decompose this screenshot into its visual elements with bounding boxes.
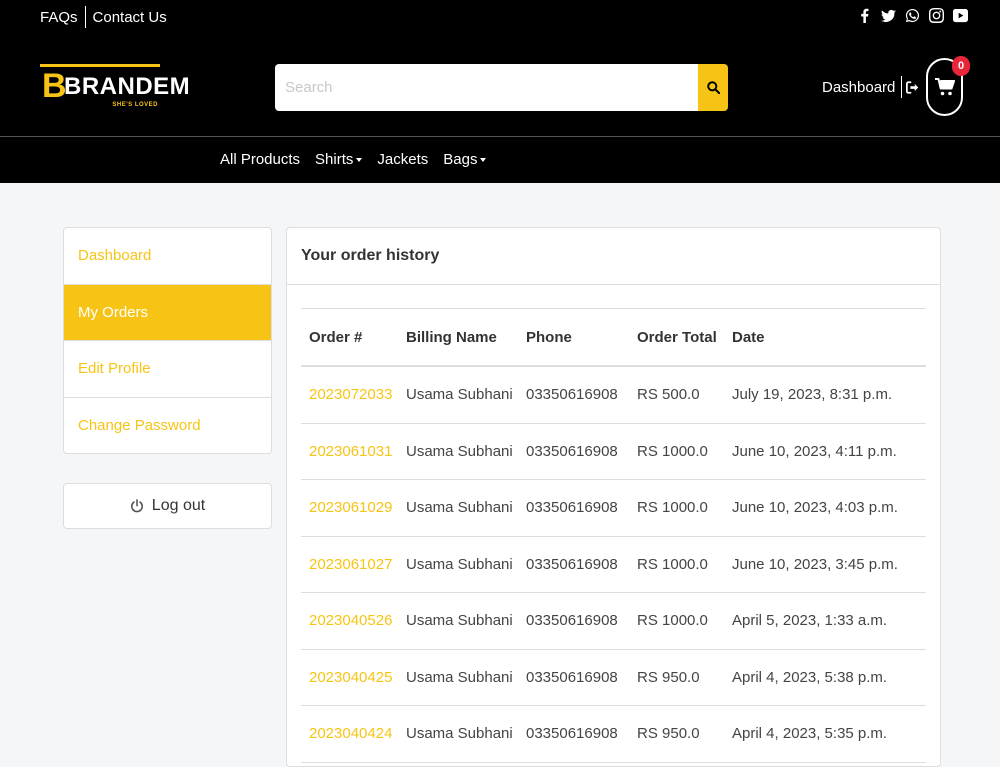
- search-input[interactable]: [275, 64, 698, 111]
- billing-name: Usama Subhani: [406, 668, 513, 686]
- phone: 03350616908: [526, 442, 618, 460]
- order-total: RS 500.0: [637, 386, 700, 404]
- logout-button[interactable]: Log out: [63, 483, 272, 529]
- social-links: [856, 7, 968, 23]
- orders-table: Order # Billing Name Phone Order Total D…: [301, 308, 926, 763]
- order-date: July 19, 2023, 8:31 p.m.: [732, 386, 893, 404]
- billing-name: Usama Subhani: [406, 499, 513, 517]
- order-total: RS 950.0: [637, 668, 700, 686]
- order-number-link[interactable]: 2023040424: [301, 725, 406, 742]
- order-number-link[interactable]: 2023061029: [301, 499, 406, 516]
- phone: 03350616908: [526, 499, 618, 517]
- order-date: April 4, 2023, 5:35 p.m.: [732, 725, 888, 743]
- order-total: RS 1000.0: [637, 555, 708, 573]
- top-links: FAQs Contact Us: [40, 6, 167, 28]
- account-sidebar: Dashboard My Orders Edit Profile Change …: [63, 227, 272, 454]
- sidebar-item-my-orders[interactable]: My Orders: [64, 284, 271, 341]
- column-header-order-total: Order Total: [637, 328, 717, 346]
- dashboard-label: Dashboard: [822, 78, 896, 96]
- order-date: April 5, 2023, 1:33 a.m.: [732, 612, 888, 630]
- phone: 03350616908: [526, 386, 618, 404]
- sidebar-item-dashboard[interactable]: Dashboard: [64, 228, 271, 285]
- order-number-link[interactable]: 2023040526: [301, 612, 406, 629]
- nav-jackets[interactable]: Jackets: [377, 151, 428, 168]
- panel-title: Your order history: [287, 228, 940, 285]
- billing-name: Usama Subhani: [406, 725, 513, 743]
- table-row: 2023072033 Usama Subhani 03350616908 RS …: [301, 367, 926, 424]
- nav-label: Shirts: [315, 151, 354, 168]
- sign-out-icon: [906, 80, 919, 94]
- facebook-icon[interactable]: [856, 7, 872, 23]
- order-total: RS 1000.0: [637, 499, 708, 517]
- twitter-icon[interactable]: [880, 7, 896, 23]
- instagram-icon[interactable]: [928, 7, 944, 23]
- billing-name: Usama Subhani: [406, 386, 513, 404]
- order-number-link[interactable]: 2023061027: [301, 556, 406, 573]
- order-date: June 10, 2023, 4:11 p.m.: [732, 442, 897, 460]
- column-header-phone: Phone: [526, 328, 572, 346]
- order-number-link[interactable]: 2023040425: [301, 669, 406, 686]
- phone: 03350616908: [526, 555, 618, 573]
- order-date: June 10, 2023, 4:03 p.m.: [732, 499, 898, 517]
- column-header-billing-name: Billing Name: [406, 328, 497, 346]
- table-row: 2023061031 Usama Subhani 03350616908 RS …: [301, 424, 926, 480]
- order-number-link[interactable]: 2023061031: [301, 443, 406, 460]
- sidebar-item-edit-profile[interactable]: Edit Profile: [64, 341, 271, 398]
- nav-label: All Products: [220, 151, 301, 168]
- order-date: June 10, 2023, 3:45 p.m.: [732, 555, 898, 573]
- brand-logo[interactable]: B BRANDEM SHE'S LOVED: [40, 64, 190, 112]
- order-history-panel: Your order history Order # Billing Name …: [286, 227, 941, 767]
- youtube-icon[interactable]: [952, 7, 968, 23]
- power-icon: [130, 499, 143, 513]
- phone: 03350616908: [526, 668, 618, 686]
- table-row: 2023040424 Usama Subhani 03350616908 RS …: [301, 706, 926, 763]
- table-row: 2023040526 Usama Subhani 03350616908 RS …: [301, 593, 926, 650]
- logo-wordmark: BRANDEM: [64, 73, 191, 100]
- nav-items: All Products Shirts Jackets Bags: [220, 151, 501, 168]
- column-header-date: Date: [732, 328, 765, 346]
- caret-down-icon: [356, 157, 363, 162]
- cart-icon: [934, 78, 955, 96]
- table-row: 2023061029 Usama Subhani 03350616908 RS …: [301, 480, 926, 537]
- order-total: RS 1000.0: [637, 442, 708, 460]
- order-number-link[interactable]: 2023072033: [301, 386, 406, 403]
- logo-initial: B: [42, 67, 67, 105]
- nav-label: Jackets: [377, 151, 429, 168]
- cart-count-badge: 0: [952, 56, 970, 76]
- whatsapp-icon[interactable]: [904, 7, 920, 23]
- dashboard-link[interactable]: Dashboard: [822, 76, 920, 98]
- faqs-link[interactable]: FAQs: [40, 9, 78, 26]
- search-icon: [706, 81, 720, 94]
- contact-us-link[interactable]: Contact Us: [93, 9, 167, 26]
- order-total: RS 1000.0: [637, 612, 708, 630]
- table-header-row: Order # Billing Name Phone Order Total D…: [301, 309, 926, 367]
- billing-name: Usama Subhani: [406, 442, 513, 460]
- order-date: April 4, 2023, 5:38 p.m.: [732, 668, 888, 686]
- phone: 03350616908: [526, 612, 618, 630]
- logout-label: Log out: [151, 497, 206, 514]
- nav-label: Bags: [443, 151, 478, 168]
- top-header: FAQs Contact Us B BRANDEM SHE'S LOVED Se…: [0, 0, 1000, 136]
- table-row: 2023040425 Usama Subhani 03350616908 RS …: [301, 650, 926, 706]
- divider: [901, 76, 903, 98]
- caret-down-icon: [480, 157, 487, 162]
- sidebar-item-change-password[interactable]: Change Password: [64, 398, 271, 454]
- billing-name: Usama Subhani: [406, 555, 513, 573]
- nav-all-products[interactable]: All Products: [220, 151, 300, 168]
- search-button[interactable]: [698, 64, 728, 111]
- phone: 03350616908: [526, 725, 618, 743]
- nav-shirts[interactable]: Shirts: [315, 151, 363, 168]
- logo-tagline: SHE'S LOVED: [112, 102, 158, 108]
- nav-bags[interactable]: Bags: [443, 151, 487, 168]
- search-bar: [275, 64, 728, 111]
- main-nav: All Products Shirts Jackets Bags: [0, 136, 1000, 183]
- column-header-order: Order #: [309, 328, 363, 346]
- billing-name: Usama Subhani: [406, 612, 513, 630]
- table-row: 2023061027 Usama Subhani 03350616908 RS …: [301, 537, 926, 593]
- order-total: RS 950.0: [637, 725, 700, 743]
- divider: [84, 6, 86, 28]
